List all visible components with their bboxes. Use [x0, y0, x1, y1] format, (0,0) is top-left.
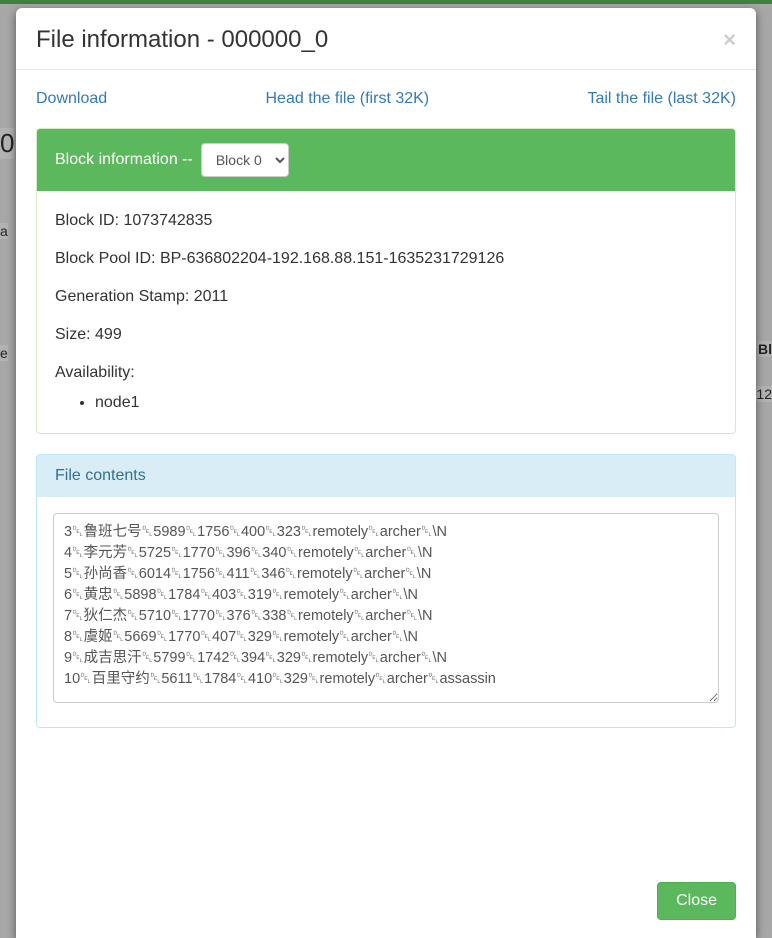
file-contents-panel: File contents	[36, 454, 736, 728]
block-pool-id-label: Block Pool ID:	[55, 250, 155, 267]
block-id-value: 1073742835	[123, 212, 212, 229]
modal-header: File information - 000000_0 ×	[16, 8, 756, 70]
file-information-modal: File information - 000000_0 × Download H…	[16, 8, 756, 938]
close-icon[interactable]: ×	[723, 29, 736, 51]
file-action-links: Download Head the file (first 32K) Tail …	[36, 70, 736, 128]
size-row: Size: 499	[55, 323, 717, 347]
size-label: Size:	[55, 326, 91, 343]
block-information-panel: Block information -- Block 0 Block ID: 1…	[36, 128, 736, 434]
size-value: 499	[95, 326, 122, 343]
block-select[interactable]: Block 0	[201, 143, 289, 177]
close-button[interactable]: Close	[657, 882, 736, 920]
block-information-heading: Block information -- Block 0	[37, 129, 735, 191]
availability-label: Availability:	[55, 364, 135, 381]
head-file-link[interactable]: Head the file (first 32K)	[266, 90, 430, 108]
tail-file-link[interactable]: Tail the file (last 32K)	[587, 90, 736, 108]
modal-footer: Close	[16, 866, 756, 938]
block-id-row: Block ID: 1073742835	[55, 209, 717, 233]
file-contents-body	[37, 497, 735, 727]
file-contents-textarea[interactable]	[53, 513, 719, 703]
block-id-label: Block ID:	[55, 212, 119, 229]
availability-node: node1	[95, 391, 717, 415]
file-contents-heading: File contents	[37, 455, 735, 497]
generation-stamp-value: 2011	[194, 288, 228, 305]
block-information-label: Block information --	[55, 151, 193, 169]
generation-stamp-label: Generation Stamp:	[55, 288, 189, 305]
block-pool-id-value: BP-636802204-192.168.88.151-163523172912…	[160, 250, 504, 267]
availability-list: node1	[55, 391, 717, 415]
modal-title: File information - 000000_0	[36, 26, 328, 55]
block-information-body: Block ID: 1073742835 Block Pool ID: BP-6…	[37, 191, 735, 433]
availability-row: Availability: node1	[55, 361, 717, 415]
block-pool-id-row: Block Pool ID: BP-636802204-192.168.88.1…	[55, 247, 717, 271]
download-link[interactable]: Download	[36, 90, 107, 108]
modal-body: Download Head the file (first 32K) Tail …	[16, 70, 756, 866]
generation-stamp-row: Generation Stamp: 2011	[55, 285, 717, 309]
